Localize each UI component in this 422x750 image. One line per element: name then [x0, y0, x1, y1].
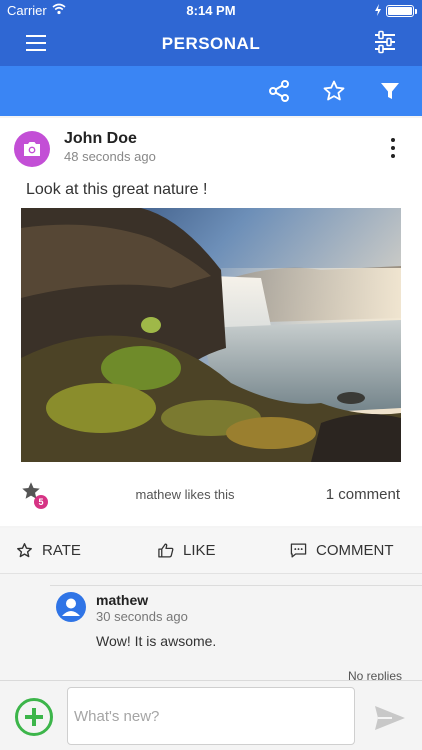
commenter-avatar[interactable] — [56, 592, 86, 622]
camera-icon — [24, 142, 40, 156]
post-actions: RATE LIKE COMMENT — [0, 528, 422, 574]
add-attachment-button[interactable] — [15, 698, 53, 736]
comment-composer — [0, 680, 422, 750]
sliders-icon[interactable] — [374, 30, 396, 54]
rate-label: RATE — [42, 542, 81, 559]
post-timestamp: 48 seconds ago — [64, 149, 156, 164]
battery-icon — [386, 5, 417, 17]
comment-text: Wow! It is awsome. — [96, 633, 217, 649]
comment-author[interactable]: mathew — [96, 592, 148, 608]
share-icon[interactable] — [267, 79, 291, 103]
status-bar: Carrier 8:14 PM — [0, 0, 422, 22]
post-image[interactable] — [21, 208, 401, 462]
clock: 8:14 PM — [186, 3, 236, 18]
charging-icon — [375, 4, 381, 16]
post-author[interactable]: John Doe — [64, 130, 137, 148]
comment-label: COMMENT — [316, 542, 394, 559]
post-text: Look at this great nature ! — [26, 181, 208, 198]
comment-count[interactable]: 1 comment — [326, 486, 400, 503]
send-icon[interactable] — [374, 705, 406, 731]
more-options-icon[interactable] — [390, 138, 396, 160]
filter-icon[interactable] — [378, 79, 402, 103]
star-icon — [17, 543, 32, 558]
page-title: PERSONAL — [161, 34, 261, 53]
comment-timestamp: 30 seconds ago — [96, 609, 188, 624]
likes-summary[interactable]: mathew likes this — [0, 487, 370, 502]
nav-bar: Carrier 8:14 PM PERSONAL — [0, 0, 422, 66]
divider — [50, 585, 422, 586]
comment-icon — [290, 543, 307, 558]
comment-list: mathew 30 seconds ago Wow! It is awsome.… — [0, 575, 422, 685]
post-toolbar — [0, 66, 422, 116]
thumbs-up-icon — [158, 543, 174, 558]
star-icon[interactable] — [322, 79, 346, 103]
avatar[interactable] — [14, 131, 50, 167]
like-label: LIKE — [183, 542, 216, 559]
post-card: John Doe 48 seconds ago Look at this gre… — [0, 118, 422, 526]
comment-input[interactable] — [67, 687, 355, 745]
user-icon — [62, 598, 80, 616]
